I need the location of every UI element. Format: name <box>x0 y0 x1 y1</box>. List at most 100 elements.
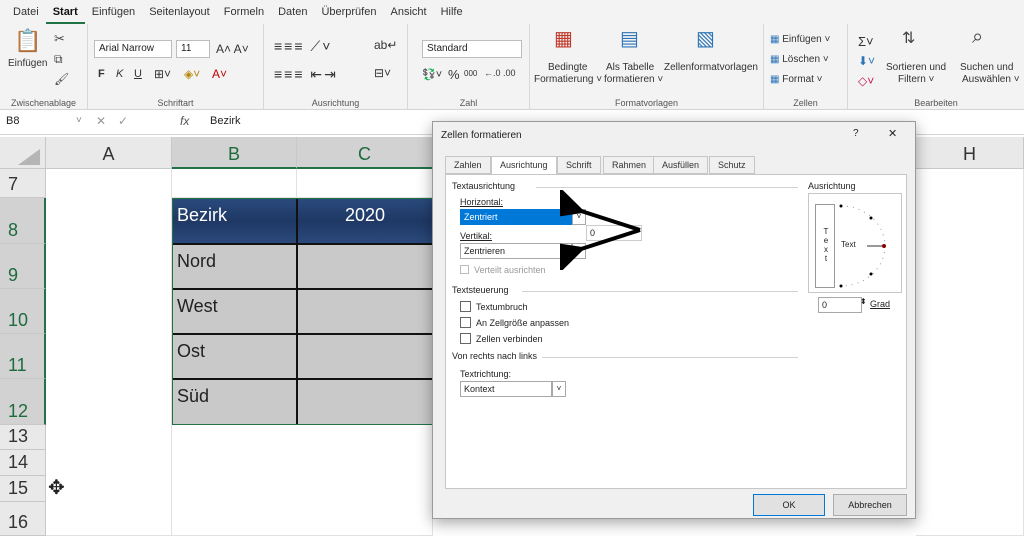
vertical-text-button[interactable]: T e x t <box>815 204 835 288</box>
tab-schutz[interactable]: Schutz <box>709 156 755 174</box>
function-button[interactable]: fx <box>180 114 189 128</box>
underline-button[interactable]: U <box>134 68 142 80</box>
tab-ansicht[interactable]: Ansicht <box>383 0 433 24</box>
row-header-13[interactable]: 13 <box>0 425 46 450</box>
select-all-corner[interactable] <box>0 137 46 169</box>
wrap-text-checkbox[interactable] <box>460 301 471 312</box>
column-h-cells[interactable] <box>916 169 1024 536</box>
italic-button[interactable]: K <box>116 68 123 80</box>
column-a-cells[interactable] <box>46 169 172 536</box>
conditional-format-button-2[interactable]: Formatierung ˅ <box>534 74 602 85</box>
tab-seitenlayout[interactable]: Seitenlayout <box>142 0 217 24</box>
vertical-select[interactable]: Zentrieren <box>460 243 572 259</box>
number-format-select[interactable]: Standard <box>422 40 522 58</box>
tab-ausrichtung[interactable]: Ausrichtung <box>491 156 557 175</box>
cell-b7[interactable] <box>172 169 297 198</box>
cancel-entry-icon[interactable]: ✕ <box>96 114 106 128</box>
cell-c8[interactable]: 2020 <box>297 198 433 244</box>
cell-styles-button[interactable]: Zellenformatvorlagen <box>664 62 758 73</box>
find-select-button[interactable]: Suchen und <box>960 62 1013 73</box>
row-header-14[interactable]: 14 <box>0 450 46 476</box>
horizontal-align-icons[interactable]: ≡≡≡ ⇤⇥ <box>274 66 338 83</box>
tab-einfuegen[interactable]: Einfügen <box>85 0 142 24</box>
font-grow-icon[interactable]: A˄ A˅ <box>216 42 249 56</box>
tab-formeln[interactable]: Formeln <box>217 0 271 24</box>
vertical-align-icons[interactable]: ≡≡≡ ⟋˅ <box>274 38 332 55</box>
shrink-to-fit-checkbox[interactable] <box>460 317 471 328</box>
distributed-checkbox[interactable] <box>460 265 469 274</box>
row-header-9[interactable]: 9 <box>0 244 46 289</box>
find-icon[interactable]: ⌕ <box>972 27 983 47</box>
row-header-15[interactable]: 15 <box>0 476 46 502</box>
fill-color-icon[interactable]: ◈˅ <box>184 67 200 81</box>
sort-filter-icon[interactable]: ⇅ <box>902 31 915 47</box>
column-header-b[interactable]: B <box>172 137 297 169</box>
font-name-select[interactable]: Arial Narrow <box>94 40 172 58</box>
currency-icon[interactable]: 💱˅ <box>422 68 442 81</box>
format-table-button-2[interactable]: formatieren ˅ <box>604 74 663 85</box>
cell-b8[interactable]: Bezirk <box>172 198 297 244</box>
font-size-select[interactable]: 11 <box>176 40 210 58</box>
wrap-text-icon[interactable]: ab↵ <box>374 38 397 52</box>
cell-c9[interactable] <box>297 244 433 289</box>
cell-c10[interactable] <box>297 289 433 334</box>
formula-input[interactable]: Bezirk <box>210 115 241 127</box>
column-header-h[interactable]: H <box>916 137 1024 169</box>
paste-button[interactable]: Einfügen <box>8 58 47 69</box>
merge-center-icon[interactable]: ⊟˅ <box>374 66 391 80</box>
tab-schrift[interactable]: Schrift <box>557 156 601 174</box>
conditional-format-button[interactable]: Bedingte <box>548 62 587 73</box>
autosum-icon[interactable]: Σ˅ <box>858 34 874 49</box>
tab-zahlen[interactable]: Zahlen <box>445 156 491 174</box>
conditional-format-icon[interactable]: ▦ <box>554 29 573 49</box>
paste-icon[interactable]: 📋 <box>14 30 41 52</box>
cell-b11[interactable]: Ost <box>172 334 297 379</box>
merge-cells-checkbox[interactable] <box>460 333 471 344</box>
cell-b12[interactable]: Süd <box>172 379 297 425</box>
tab-datei[interactable]: Datei <box>6 0 46 24</box>
help-button[interactable]: ? <box>853 128 859 139</box>
cell-c7[interactable] <box>297 169 433 198</box>
insert-cells-button[interactable]: ▦ Einfügen ˅ <box>770 34 830 45</box>
cell-c12[interactable] <box>297 379 433 425</box>
format-painter-icon[interactable]: 🖌 <box>54 72 69 86</box>
thousands-button[interactable]: 000 <box>464 69 477 78</box>
column-header-c[interactable]: C <box>297 137 433 169</box>
borders-icon[interactable]: ⊞˅ <box>154 67 171 81</box>
font-color-icon[interactable]: A˅ <box>212 67 227 81</box>
cells-below-table[interactable] <box>172 425 433 536</box>
delete-cells-button[interactable]: ▦ Löschen ˅ <box>770 54 829 65</box>
ok-button[interactable]: OK <box>753 494 825 516</box>
format-table-icon[interactable]: ▤ <box>620 29 639 49</box>
text-direction-dropdown-icon[interactable]: ˅ <box>552 381 566 397</box>
tab-ueberpruefen[interactable]: Überprüfen <box>314 0 383 24</box>
row-header-12[interactable]: 12 <box>0 379 46 425</box>
row-header-7[interactable]: 7 <box>0 169 46 198</box>
horizontal-select[interactable]: Zentriert <box>460 209 572 225</box>
cut-icon[interactable]: ✂ <box>54 32 65 46</box>
tab-daten[interactable]: Daten <box>271 0 314 24</box>
confirm-entry-icon[interactable]: ✓ <box>118 114 128 128</box>
row-header-8[interactable]: 8 <box>0 198 46 244</box>
text-direction-select[interactable]: Kontext <box>460 381 552 397</box>
tab-hilfe[interactable]: Hilfe <box>434 0 470 24</box>
cancel-button[interactable]: Abbrechen <box>833 494 907 516</box>
sort-filter-button-2[interactable]: Filtern ˅ <box>898 74 934 85</box>
format-table-button[interactable]: Als Tabelle <box>606 62 654 73</box>
fill-icon[interactable]: ⬇˅ <box>858 54 875 68</box>
tab-ausfuellen[interactable]: Ausfüllen <box>653 156 709 174</box>
sort-filter-button[interactable]: Sortieren und <box>886 62 946 73</box>
cell-b10[interactable]: West <box>172 289 297 334</box>
decimal-icons[interactable]: ←.0 .00 <box>484 68 516 78</box>
cell-c11[interactable] <box>297 334 433 379</box>
format-cells-button[interactable]: ▦ Format ˅ <box>770 74 823 85</box>
clear-icon[interactable]: ◇˅ <box>858 74 874 88</box>
name-box[interactable]: B8 <box>6 115 86 131</box>
tab-start[interactable]: Start <box>45 0 85 24</box>
copy-icon[interactable]: ⧉ <box>54 52 63 66</box>
name-box-dropdown-icon[interactable]: ˅ <box>76 115 82 126</box>
tab-rahmen[interactable]: Rahmen <box>603 156 656 174</box>
row-header-10[interactable]: 10 <box>0 289 46 334</box>
dial-handle[interactable] <box>882 244 886 248</box>
close-button[interactable]: ✕ <box>888 127 897 140</box>
